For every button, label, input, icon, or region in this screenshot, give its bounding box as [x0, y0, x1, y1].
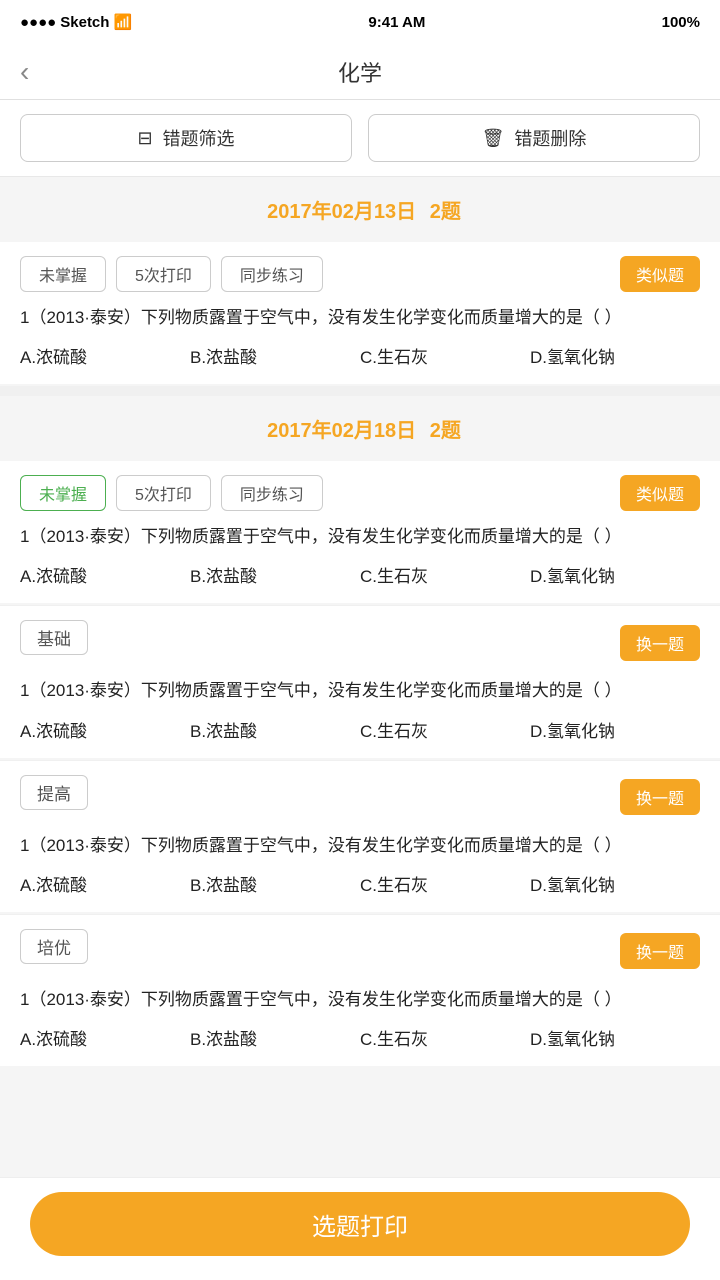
not-mastered-btn-2[interactable]: 未掌握: [20, 475, 106, 511]
sub-question-text-advanced: 1（2013·泰安）下列物质露置于空气中，没有发生化学变化而质量增大的是（ ）: [20, 832, 700, 859]
bottom-bar: 选题打印: [0, 1177, 720, 1280]
sub-option-c-basic: C.生石灰: [360, 717, 530, 742]
question-text-2-1: 1（2013·泰安）下列物质露置于空气中，没有发生化学变化而质量增大的是（ ）: [20, 523, 700, 550]
sub-option-d-advanced: D.氢氧化钠: [530, 871, 700, 896]
sub-actions-elite: 培优 换一题: [20, 929, 700, 974]
sub-question-options-basic: A.浓硫酸 B.浓盐酸 C.生石灰 D.氢氧化钠: [20, 717, 700, 742]
sub-actions-advanced: 提高 换一题: [20, 775, 700, 820]
sub-option-a-basic: A.浓硫酸: [20, 717, 190, 742]
question-text-1-1: 1（2013·泰安）下列物质露置于空气中，没有发生化学变化而质量增大的是（ ）: [20, 304, 700, 331]
toolbar: ⊟ 错题筛选 🗑 错题删除: [0, 100, 720, 177]
similar-btn-1[interactable]: 类似题: [620, 256, 700, 292]
date-section-2: 2017年02月18日 2题: [0, 396, 720, 461]
delete-button[interactable]: 🗑 错题删除: [368, 114, 700, 162]
option-a-2: A.浓硫酸: [20, 562, 190, 587]
status-left: ●●●● Sketch 📶: [20, 13, 132, 31]
question-options-1-1: A.浓硫酸 B.浓盐酸 C.生石灰 D.氢氧化钠: [20, 343, 700, 368]
option-a-1: A.浓硫酸: [20, 343, 190, 368]
change-btn-basic[interactable]: 换一题: [620, 625, 700, 661]
question-count-1: 2题: [430, 201, 461, 223]
page-title: 化学: [338, 56, 382, 88]
battery-level: 100%: [662, 14, 700, 31]
sub-question-options-elite: A.浓硫酸 B.浓盐酸 C.生石灰 D.氢氧化钠: [20, 1025, 700, 1050]
sub-option-d-basic: D.氢氧化钠: [530, 717, 700, 742]
sub-question-options-advanced: A.浓硫酸 B.浓盐酸 C.生石灰 D.氢氧化钠: [20, 871, 700, 896]
change-btn-advanced[interactable]: 换一题: [620, 779, 700, 815]
question-actions-1-1: 未掌握 5次打印 同步练习 类似题: [20, 256, 700, 292]
sub-option-a-advanced: A.浓硫酸: [20, 871, 190, 896]
filter-icon: ⊟: [137, 128, 152, 149]
sub-option-c-advanced: C.生石灰: [360, 871, 530, 896]
print-button[interactable]: 选题打印: [30, 1192, 690, 1256]
sub-label-elite: 培优: [20, 929, 88, 964]
filter-button[interactable]: ⊟ 错题筛选: [20, 114, 352, 162]
sync-practice-btn-2[interactable]: 同步练习: [221, 475, 323, 511]
option-b-1: B.浓盐酸: [190, 343, 360, 368]
sub-section-basic: 基础 换一题 1（2013·泰安）下列物质露置于空气中，没有发生化学变化而质量增…: [0, 605, 720, 757]
print-count-btn-2[interactable]: 5次打印: [116, 475, 211, 511]
sub-section-advanced: 提高 换一题 1（2013·泰安）下列物质露置于空气中，没有发生化学变化而质量增…: [0, 760, 720, 912]
scroll-content: 2017年02月13日 2题 未掌握 5次打印 同步练习 类似题 1（2013·…: [0, 177, 720, 1188]
sync-practice-btn-1[interactable]: 同步练习: [221, 256, 323, 292]
date-header-2: 2017年02月18日 2题: [0, 414, 720, 443]
sub-actions-basic: 基础 换一题: [20, 620, 700, 665]
option-d-2: D.氢氧化钠: [530, 562, 700, 587]
network-name: Sketch: [60, 14, 109, 31]
option-c-1: C.生石灰: [360, 343, 530, 368]
date-header-1: 2017年02月13日 2题: [0, 195, 720, 224]
sub-label-basic: 基础: [20, 620, 88, 655]
divider-1: [0, 386, 720, 396]
sub-label-advanced: 提高: [20, 775, 88, 810]
delete-icon: 🗑: [482, 128, 505, 149]
sub-question-text-basic: 1（2013·泰安）下列物质露置于空气中，没有发生化学变化而质量增大的是（ ）: [20, 677, 700, 704]
similar-btn-2[interactable]: 类似题: [620, 475, 700, 511]
option-b-2: B.浓盐酸: [190, 562, 360, 587]
sub-option-c-elite: C.生石灰: [360, 1025, 530, 1050]
sub-option-d-elite: D.氢氧化钠: [530, 1025, 700, 1050]
sub-option-a-elite: A.浓硫酸: [20, 1025, 190, 1050]
sub-option-b-elite: B.浓盐酸: [190, 1025, 360, 1050]
question-actions-2-1: 未掌握 5次打印 同步练习 类似题: [20, 475, 700, 511]
wifi-icon: 📶: [113, 13, 132, 31]
back-button[interactable]: ‹: [20, 56, 29, 88]
signal-dots: ●●●●: [20, 14, 56, 31]
filter-label: 错题筛选: [163, 125, 235, 151]
date-text-1: 2017年02月13日: [267, 201, 416, 223]
question-card-2-1: 未掌握 5次打印 同步练习 类似题 1（2013·泰安）下列物质露置于空气中，没…: [0, 461, 720, 603]
not-mastered-btn-1[interactable]: 未掌握: [20, 256, 106, 292]
question-count-2: 2题: [430, 420, 461, 442]
change-btn-elite[interactable]: 换一题: [620, 933, 700, 969]
date-section-1: 2017年02月13日 2题: [0, 177, 720, 242]
sub-question-text-elite: 1（2013·泰安）下列物质露置于空气中，没有发生化学变化而质量增大的是（ ）: [20, 986, 700, 1013]
question-options-2-1: A.浓硫酸 B.浓盐酸 C.生石灰 D.氢氧化钠: [20, 562, 700, 587]
delete-label: 错题删除: [514, 125, 586, 151]
sub-option-b-basic: B.浓盐酸: [190, 717, 360, 742]
status-time: 9:41 AM: [368, 14, 425, 31]
date-text-2: 2017年02月18日: [267, 420, 416, 442]
sub-section-elite: 培优 换一题 1（2013·泰安）下列物质露置于空气中，没有发生化学变化而质量增…: [0, 914, 720, 1066]
sub-option-b-advanced: B.浓盐酸: [190, 871, 360, 896]
question-card-1-1: 未掌握 5次打印 同步练习 类似题 1（2013·泰安）下列物质露置于空气中，没…: [0, 242, 720, 384]
print-count-btn-1[interactable]: 5次打印: [116, 256, 211, 292]
option-c-2: C.生石灰: [360, 562, 530, 587]
nav-bar: ‹ 化学: [0, 44, 720, 100]
status-bar: ●●●● Sketch 📶 9:41 AM 100%: [0, 0, 720, 44]
option-d-1: D.氢氧化钠: [530, 343, 700, 368]
